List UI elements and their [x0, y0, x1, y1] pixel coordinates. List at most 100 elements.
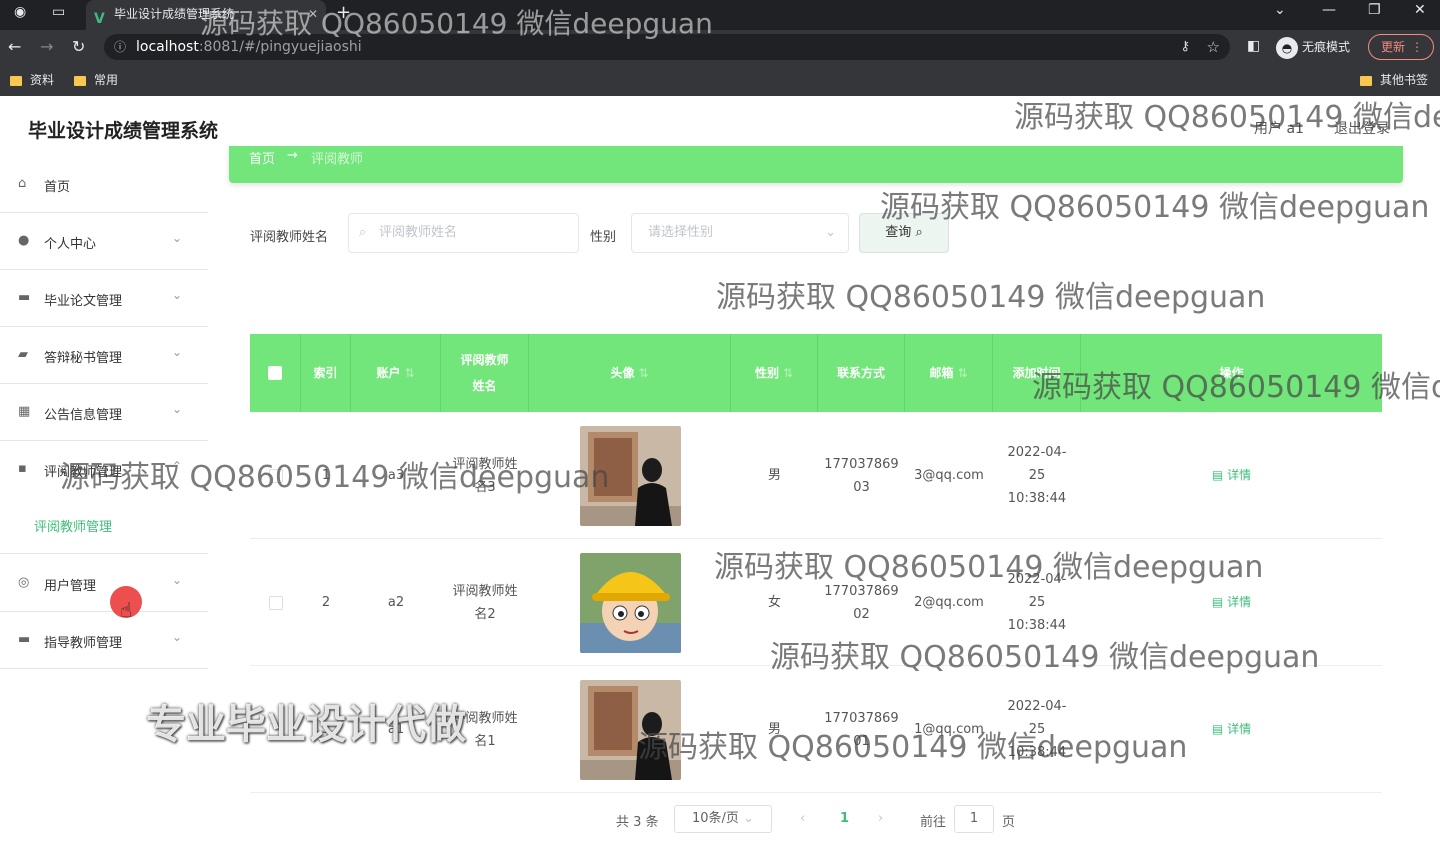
breadcrumb-current: 评阅教师	[311, 152, 364, 167]
cell-gender: 男	[767, 468, 781, 483]
cell-email: 3@qq.com	[914, 468, 984, 483]
header-label: 账户	[376, 366, 401, 380]
menu-dots-icon[interactable]: ⋮	[1411, 35, 1423, 59]
select-all-cell[interactable]	[250, 334, 301, 412]
row-checkbox[interactable]	[268, 595, 283, 610]
sort-icon[interactable]: ⇅	[783, 360, 793, 386]
col-header-account[interactable]: 账户 ⇅	[351, 334, 441, 412]
breadcrumb-arrow-icon: →	[287, 148, 298, 163]
detail-button[interactable]: ▤ 详情	[1212, 591, 1251, 614]
chat-icon: ▪	[18, 461, 27, 476]
watermark-text: 源码获取 QQ86050149 微信deepguan	[638, 730, 1188, 765]
col-header-name[interactable]: 评阅教师姓名	[441, 334, 529, 412]
folder-icon	[10, 75, 22, 86]
sidebar-item-label: 个人中心	[44, 237, 97, 252]
document-icon: ▤	[1211, 722, 1228, 736]
prev-page-icon[interactable]: ‹	[800, 811, 805, 826]
detail-button[interactable]: ▤ 详情	[1212, 464, 1251, 487]
row-select-cell[interactable]	[250, 539, 301, 666]
gender-placeholder: 请选择性别	[648, 225, 714, 240]
reload-icon[interactable]: ↻	[72, 37, 85, 56]
sort-icon[interactable]: ⇅	[638, 360, 648, 386]
compass-icon: ◎	[18, 575, 30, 590]
home-icon: ⌂	[18, 176, 27, 191]
next-page-icon[interactable]: ›	[878, 811, 883, 826]
back-icon[interactable]: ←	[8, 37, 21, 56]
sidebar-item-notice[interactable]: ▦ 公告信息管理 ⌄	[0, 384, 208, 441]
col-header-phone[interactable]: 联系方式	[818, 334, 905, 412]
incognito-label: 无痕模式	[1302, 40, 1351, 54]
watermark-banner: 专业毕业设计代做	[146, 702, 466, 748]
sort-icon[interactable]: ⇅	[957, 360, 967, 386]
sort-icon[interactable]: ⇅	[404, 360, 414, 386]
page-number-current[interactable]: 1	[840, 811, 849, 826]
forward-icon[interactable]: →	[40, 37, 53, 56]
tab-search-icon[interactable]: ⌄	[1274, 2, 1286, 18]
watermark-text: 源码获取 QQ86050149 微信deepguan	[770, 640, 1320, 675]
watermark-text: 源码获取 QQ86050149 微信deepguan	[60, 460, 610, 495]
minimize-icon[interactable]: —	[1322, 2, 1336, 18]
bookmark-folder-2[interactable]: 常用	[74, 72, 118, 88]
gender-label: 性别	[590, 230, 617, 245]
breadcrumb-home[interactable]: 首页	[249, 148, 275, 167]
hand-cursor-icon: ☝	[120, 598, 133, 622]
chevron-down-icon: ⌄	[825, 225, 836, 240]
sidebar-item-label: 公告信息管理	[44, 408, 123, 423]
sidebar-item-advisor[interactable]: ▬ 指导教师管理 ⌄	[0, 612, 208, 669]
maximize-icon[interactable]: ❐	[1368, 2, 1381, 18]
bookmark-star-icon[interactable]: ☆	[1207, 34, 1220, 60]
cell-action: ▤ 详情	[1081, 412, 1382, 539]
sidebar-subitem-reviewer-manage[interactable]: 评阅教师管理	[0, 498, 208, 554]
cell-account: a2	[387, 595, 405, 610]
other-bookmarks[interactable]: 其他书签	[1360, 72, 1428, 88]
chevron-down-icon: ⌄	[172, 345, 183, 359]
user-icon: ●	[18, 233, 30, 248]
document-icon: ▤	[1211, 595, 1228, 609]
cell-index: 2	[321, 595, 331, 610]
search-icon: ⌕	[359, 225, 367, 240]
gender-select[interactable]: 请选择性别 ⌄	[631, 213, 849, 253]
chevron-down-icon: ⌄	[172, 402, 183, 416]
url-host: localhost	[136, 39, 199, 55]
query-label: 查询	[885, 225, 912, 240]
sidebar-subitem-label: 评阅教师管理	[34, 520, 113, 535]
side-panel-icon[interactable]: ◧	[1247, 38, 1260, 54]
goto-page-input[interactable]: 1	[954, 805, 994, 833]
teacher-name-label: 评阅教师姓名	[250, 230, 329, 245]
sidebar-item-user-manage[interactable]: ◎ 用户管理 ⌄	[0, 555, 208, 612]
chevron-down-icon: ⌄	[172, 231, 183, 245]
password-key-icon[interactable]: ⚷	[1180, 34, 1190, 60]
col-header-avatar[interactable]: 头像 ⇅	[529, 334, 731, 412]
detail-button[interactable]: ▤ 详情	[1212, 718, 1251, 741]
header-label: 邮箱	[929, 366, 954, 380]
avatar-image[interactable]	[579, 552, 681, 653]
site-info-icon[interactable]: ⓘ	[114, 34, 126, 60]
chevron-down-icon: ⌄	[172, 573, 183, 587]
sidebar-item-personal-center[interactable]: ● 个人中心 ⌄	[0, 213, 208, 270]
watermark-text: 源码获取 QQ86050149 微信deepguan	[716, 280, 1266, 315]
header-label: 性别	[754, 366, 779, 380]
page-size-select[interactable]: 10条/页 ⌄	[674, 805, 772, 833]
tab-overview-icon[interactable]: ▭	[52, 4, 65, 20]
sidebar-item-home[interactable]: ⌂ 首页	[0, 156, 208, 213]
cell-phone: 17703786903	[824, 456, 899, 495]
select-all-checkbox[interactable]	[268, 366, 282, 380]
col-header-index[interactable]: 索引	[301, 334, 351, 412]
watermark-text: 源码获取 QQ86050149 微信deepguan	[1032, 370, 1440, 405]
update-button[interactable]: 更新 ⋮	[1368, 34, 1434, 60]
cell-avatar	[529, 539, 731, 666]
watermark-text: 源码获取 QQ86050149 微信deepguan	[1014, 100, 1440, 135]
close-window-icon[interactable]: ✕	[1414, 2, 1426, 18]
sidebar-item-thesis[interactable]: ▬ 毕业论文管理 ⌄	[0, 270, 208, 327]
sidebar-item-secretary[interactable]: ▰ 答辩秘书管理 ⌄	[0, 327, 208, 384]
bookmark-label: 常用	[94, 73, 119, 87]
incognito-indicator[interactable]: ◓ 无痕模式	[1276, 36, 1350, 59]
header-label: 头像	[610, 366, 635, 380]
monitor-icon: ▬	[18, 290, 31, 305]
header-label: 评阅教师姓名	[460, 353, 509, 393]
header-label: 联系方式	[836, 366, 885, 380]
col-header-email[interactable]: 邮箱 ⇅	[905, 334, 993, 412]
bookmark-folder-1[interactable]: 资料	[10, 72, 54, 88]
col-header-gender[interactable]: 性别 ⇅	[731, 334, 818, 412]
teacher-name-input[interactable]: ⌕ 评阅教师姓名	[348, 213, 579, 253]
